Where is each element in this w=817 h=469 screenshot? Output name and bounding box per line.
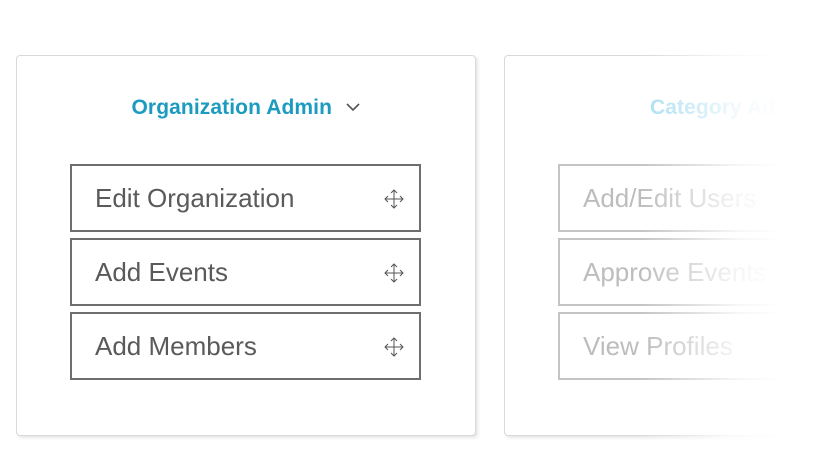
move-icon[interactable] bbox=[383, 262, 405, 284]
permission-label: Add Events bbox=[95, 257, 228, 287]
role-cards-stage: Organization Admin Edit Organization Add… bbox=[0, 0, 817, 469]
move-icon[interactable] bbox=[383, 188, 405, 210]
permission-item-add-members[interactable]: Add Members bbox=[70, 312, 421, 380]
permission-item-view-profiles[interactable]: View Profiles bbox=[558, 312, 817, 380]
permission-label: Edit Organization bbox=[95, 183, 295, 213]
permission-label: Approve Events bbox=[583, 257, 767, 287]
role-card-title: Organization Admin bbox=[131, 96, 333, 119]
permission-item-edit-organization[interactable]: Edit Organization bbox=[70, 164, 421, 232]
permission-list: Edit Organization Add Events Add Members bbox=[70, 164, 421, 386]
role-card-organization-admin: Organization Admin Edit Organization Add… bbox=[16, 55, 476, 436]
permission-item-add-edit-users[interactable]: Add/Edit Users bbox=[558, 164, 817, 232]
permission-label: View Profiles bbox=[583, 331, 733, 361]
permission-label: Add/Edit Users bbox=[583, 183, 757, 213]
permission-item-add-events[interactable]: Add Events bbox=[70, 238, 421, 306]
chevron-down-icon[interactable] bbox=[346, 103, 361, 112]
role-card-category-admin: Category Ad Add/Edit Users Approve Event… bbox=[504, 55, 817, 436]
move-icon[interactable] bbox=[383, 336, 405, 358]
permission-list: Add/Edit Users Approve Events View Profi… bbox=[558, 164, 817, 386]
role-card-title: Category Ad bbox=[650, 96, 776, 119]
role-card-header[interactable]: Organization Admin bbox=[17, 92, 475, 124]
permission-label: Add Members bbox=[95, 331, 257, 361]
permission-item-approve-events[interactable]: Approve Events bbox=[558, 238, 817, 306]
role-card-header[interactable]: Category Ad bbox=[650, 92, 775, 124]
